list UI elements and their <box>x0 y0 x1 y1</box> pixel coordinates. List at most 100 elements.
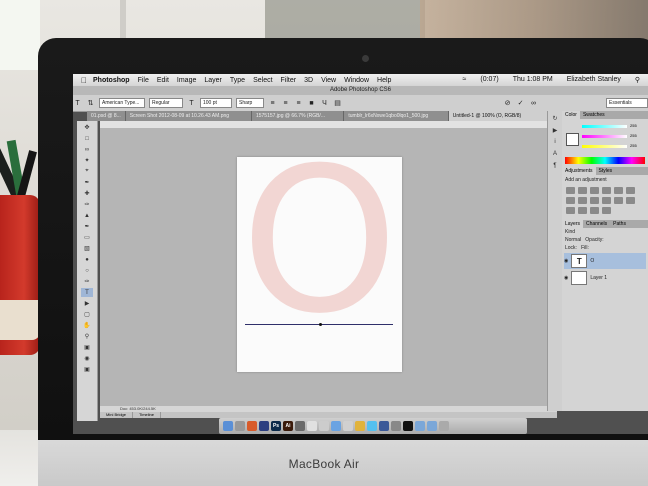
dashboard-icon[interactable] <box>259 421 269 431</box>
document-canvas[interactable]: O <box>237 142 402 372</box>
stamp-tool-icon[interactable]: ▲ <box>81 211 93 220</box>
system-prefs-icon[interactable] <box>391 421 401 431</box>
color-swatches-icon[interactable]: ▣ <box>81 343 93 352</box>
align-center-icon[interactable]: ≡ <box>281 99 290 108</box>
type-tool-icon[interactable]: T <box>73 99 82 108</box>
app-icon[interactable] <box>379 421 389 431</box>
tab-doc-active[interactable]: Untitled-1 @ 100% (O, RGB/8) <box>448 111 557 121</box>
tab-styles[interactable]: Styles <box>596 167 616 175</box>
commit-icon[interactable]: ✓ <box>516 99 525 108</box>
calendar-icon[interactable] <box>319 421 329 431</box>
menu-filter[interactable]: Filter <box>281 77 297 84</box>
photo-filter-icon[interactable] <box>590 197 599 204</box>
history-icon[interactable]: ↻ <box>551 115 559 123</box>
zoom-tool-icon[interactable]: ⚲ <box>81 332 93 341</box>
healing-brush-icon[interactable]: ✚ <box>81 189 93 198</box>
character-icon[interactable]: A <box>551 151 559 159</box>
menu-layer[interactable]: Layer <box>204 77 222 84</box>
quick-mask-icon[interactable]: ◉ <box>81 354 93 363</box>
layer-row-text[interactable]: ◉ T O <box>564 253 646 269</box>
apple-icon[interactable]:  <box>81 76 87 85</box>
move-tool-icon[interactable]: ✥ <box>81 123 93 132</box>
dodge-tool-icon[interactable]: ○ <box>81 266 93 275</box>
levels-icon[interactable] <box>578 187 587 194</box>
preview-icon[interactable] <box>343 421 353 431</box>
curves-icon[interactable] <box>590 187 599 194</box>
green-slider[interactable] <box>582 135 627 138</box>
orientation-icon[interactable]: ⇅ <box>86 99 95 108</box>
channel-mixer-icon[interactable] <box>602 197 611 204</box>
tab-timeline[interactable]: Timeline <box>133 412 161 418</box>
menu-window[interactable]: Window <box>344 77 369 84</box>
gradient-map-icon[interactable] <box>590 207 599 214</box>
marquee-tool-icon[interactable]: □ <box>81 134 93 143</box>
text-anchor[interactable] <box>319 323 322 326</box>
lasso-tool-icon[interactable]: ∞ <box>81 145 93 154</box>
hand-tool-icon[interactable]: ✋ <box>81 321 93 330</box>
menu-type[interactable]: Type <box>230 77 245 84</box>
illustrator-icon[interactable]: Ai <box>283 421 293 431</box>
lock-row[interactable]: Lock: Fill: <box>562 244 648 252</box>
quick-select-icon[interactable]: ✦ <box>81 156 93 165</box>
menu-image[interactable]: Image <box>177 77 196 84</box>
layer-name[interactable]: O <box>590 258 594 264</box>
tab-adjustments[interactable]: Adjustments <box>562 167 596 175</box>
cancel-icon[interactable]: ⊘ <box>503 99 512 108</box>
photoshop-icon[interactable]: Ps <box>271 421 281 431</box>
vibrance-icon[interactable] <box>614 187 623 194</box>
screen-mode-icon[interactable]: ▣ <box>81 365 93 374</box>
search-icon[interactable]: ⚲ <box>635 76 640 84</box>
downloads-folder-icon[interactable] <box>415 421 425 431</box>
tab-doc-3[interactable]: 1575157.jpg @ 66.7% (RGB/... <box>252 111 345 121</box>
align-left-icon[interactable]: ≡ <box>268 99 277 108</box>
menu-help[interactable]: Help <box>377 77 391 84</box>
font-family-select[interactable]: American Type... <box>99 98 145 108</box>
text-layer-letter[interactable]: O <box>237 142 402 342</box>
blue-value[interactable]: 255 <box>630 143 637 148</box>
battery-status[interactable]: (0:07) <box>480 76 498 84</box>
layer-row-background[interactable]: ◉ Layer 1 <box>564 270 646 286</box>
text-color-icon[interactable]: ■ <box>307 99 316 108</box>
tab-color[interactable]: Color <box>562 111 580 119</box>
font-size-select[interactable]: 100 pt <box>200 98 232 108</box>
tab-doc-1[interactable]: 01.psd @ 8... <box>87 111 126 121</box>
selective-color-icon[interactable] <box>602 207 611 214</box>
layer-filter-kind[interactable]: Kind <box>562 228 648 236</box>
eyedropper-icon[interactable]: ✒ <box>81 178 93 187</box>
terminal-icon[interactable] <box>403 421 413 431</box>
warp-text-icon[interactable]: Ч <box>320 99 329 108</box>
menu-edit[interactable]: Edit <box>157 77 169 84</box>
launchpad-icon[interactable] <box>235 421 245 431</box>
app-icon[interactable] <box>295 421 305 431</box>
tab-doc-2[interactable]: Screen Shot 2012-08-09 at 10.26.43 AM.pn… <box>126 111 252 121</box>
layer-name[interactable]: Layer 1 <box>590 275 607 281</box>
tab-swatches[interactable]: Swatches <box>580 111 608 119</box>
history-brush-icon[interactable]: ✒ <box>81 222 93 231</box>
exposure-icon[interactable] <box>602 187 611 194</box>
color-spectrum[interactable] <box>565 157 645 164</box>
menu-3d[interactable]: 3D <box>304 77 313 84</box>
posterize-icon[interactable] <box>566 207 575 214</box>
actions-icon[interactable]: ▶ <box>551 127 559 135</box>
font-style-select[interactable]: Regular <box>149 98 183 108</box>
skype-icon[interactable] <box>367 421 377 431</box>
canvas-area[interactable]: O ➢ <box>100 128 560 409</box>
blend-mode-select[interactable]: Normal Opacity: <box>562 236 648 244</box>
wifi-icon[interactable]: ≈ <box>463 76 467 84</box>
user-name[interactable]: Elizabeth Stanley <box>567 76 621 84</box>
blue-slider[interactable] <box>582 145 627 148</box>
brightness-icon[interactable] <box>566 187 575 194</box>
character-panel-icon[interactable]: ▤ <box>333 99 342 108</box>
chrome-icon[interactable] <box>307 421 317 431</box>
hue-icon[interactable] <box>626 187 635 194</box>
shape-tool-icon[interactable]: ▢ <box>81 310 93 319</box>
crop-tool-icon[interactable]: ⌖ <box>81 167 93 176</box>
tab-doc-4[interactable]: tumblr_lr6xNxwe1qbo0lqo1_500.jpg <box>344 111 449 121</box>
red-value[interactable]: 255 <box>630 123 637 128</box>
tab-paths[interactable]: Paths <box>610 220 629 228</box>
eraser-icon[interactable]: ▭ <box>81 233 93 242</box>
path-select-icon[interactable]: ▶ <box>81 299 93 308</box>
balance-icon[interactable] <box>566 197 575 204</box>
gradient-icon[interactable]: ▧ <box>81 244 93 253</box>
notes-icon[interactable] <box>355 421 365 431</box>
